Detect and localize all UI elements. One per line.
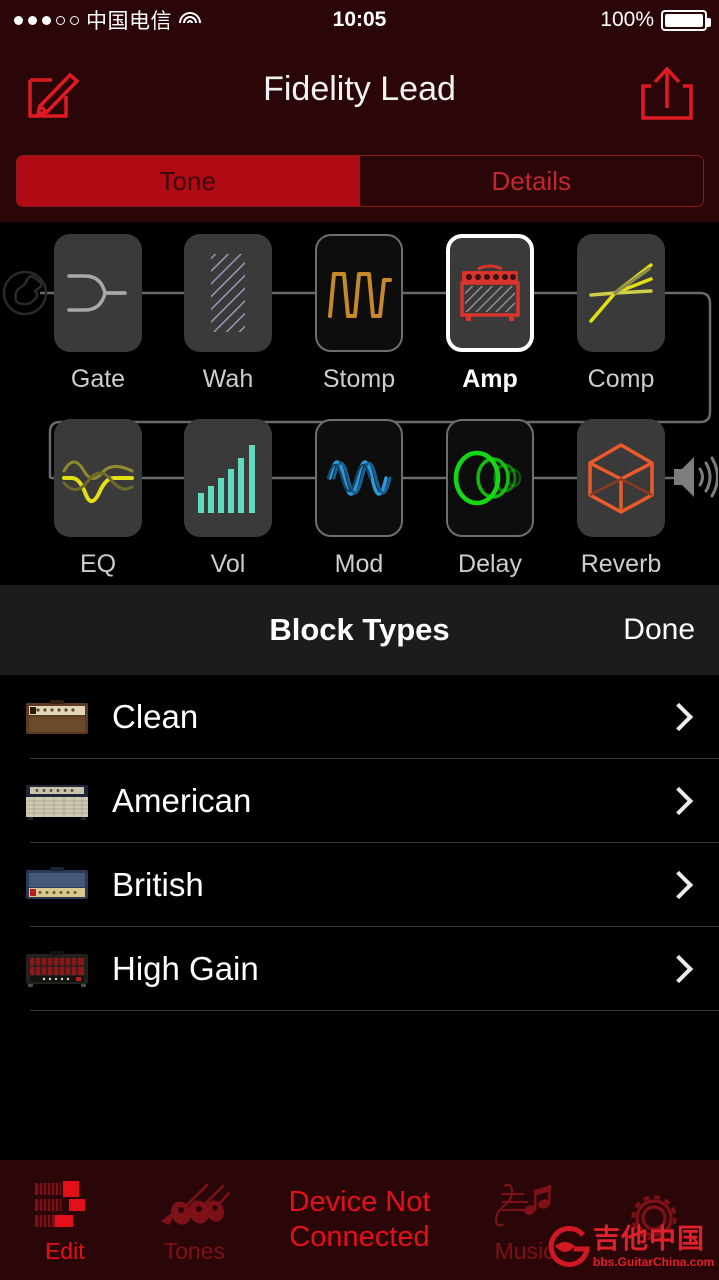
tab-details[interactable]: Details [359,156,703,206]
reverb-tile[interactable] [577,419,665,537]
stomp-tile[interactable] [315,234,403,352]
comp-tile[interactable] [577,234,665,352]
chevron-right-icon[interactable] [664,786,694,816]
list-item-british[interactable]: British [0,843,719,927]
tab-music[interactable]: Music [460,1160,590,1280]
tab-settings[interactable] [589,1160,719,1280]
chevron-right-icon[interactable] [664,870,694,900]
music-notes-icon [494,1176,556,1234]
block-types-list: Clean American British High Gain [0,675,719,1155]
share-upload-icon[interactable] [637,66,697,122]
page-title: Fidelity Lead [263,70,456,108]
chain-block-delay[interactable]: Delay [446,419,534,579]
amp-tile[interactable] [446,234,534,352]
guitars-icon [159,1176,230,1234]
list-item-highgain[interactable]: High Gain [0,927,719,1011]
chain-label-eq: EQ [79,550,117,578]
tab-label-tones: Tones [163,1237,225,1264]
device-status-line-2: Connected [289,1221,430,1253]
amp-thumb-clean-icon [24,697,90,737]
signal-chain: Gate Wah Stomp Amp Comp EQ Vol Mod Delay… [0,222,719,585]
list-item-american[interactable]: American [0,759,719,843]
gear-settings-icon [624,1189,684,1247]
chain-block-amp[interactable]: Amp [446,234,534,394]
wah-tile[interactable] [184,234,272,352]
mod-sine-icon [326,460,392,496]
wah-hatch-icon [211,254,245,332]
eq-tile[interactable] [54,419,142,537]
chevron-right-icon[interactable] [664,702,694,732]
chain-block-reverb[interactable]: Reverb [577,419,665,579]
chain-block-comp[interactable]: Comp [577,234,665,394]
reverb-cube-icon [588,443,654,514]
amp-thumb-american-icon [24,781,90,821]
done-button[interactable]: Done [623,613,695,647]
chain-block-gate[interactable]: Gate [54,234,142,394]
list-label-clean: Clean [112,698,199,735]
device-status-message: Device Not Connected [259,1185,460,1255]
tab-bar: Edit Tones Device Not Connected Music 吉他… [0,1160,719,1280]
chain-label-wah: Wah [202,365,254,393]
vol-bars-icon [198,445,255,513]
status-bar-right: 100% [600,8,711,32]
chain-block-wah[interactable]: Wah [184,234,272,394]
gate-tile[interactable] [54,234,142,352]
comp-ratio-icon [589,263,653,323]
chain-label-mod: Mod [334,550,384,578]
chain-block-mod[interactable]: Mod [315,419,403,579]
battery-full-icon [661,9,711,31]
chain-row-2: EQ Vol Mod Delay Reverb [0,419,719,594]
delay-circles-icon [453,450,522,506]
chain-label-gate: Gate [70,365,126,393]
vol-tile[interactable] [184,419,272,537]
tab-label-music: Music [494,1237,555,1264]
app-root: 中国电信 10:05 100% Fidelity Lead Tone Detai… [0,0,719,1280]
list-label-american: American [112,782,252,819]
chain-label-comp: Comp [587,365,655,393]
tab-edit[interactable]: Edit [0,1160,130,1280]
chain-label-reverb: Reverb [580,550,662,578]
chain-block-vol[interactable]: Vol [184,419,272,579]
chain-label-amp: Amp [462,365,518,393]
delay-tile[interactable] [446,419,534,537]
tab-label-edit: Edit [44,1237,85,1264]
edit-blocks-icon [33,1176,97,1234]
list-item-clean[interactable]: Clean [0,675,719,759]
speaker-output-icon [672,451,719,508]
gate-curves-icon [67,274,127,312]
amp-thumb-highgain-icon [24,949,90,989]
segmented-control: Tone Details [15,155,704,207]
chain-block-eq[interactable]: EQ [54,419,142,579]
chain-label-vol: Vol [210,550,246,578]
status-bar: 中国电信 10:05 100% [0,0,719,40]
eq-curve-icon [62,460,134,503]
amp-combo-icon [460,264,520,321]
block-types-title: Block Types [269,612,450,647]
amp-thumb-british-icon [24,865,90,905]
device-status-line-1: Device Not [288,1186,431,1219]
mod-tile[interactable] [315,419,403,537]
chevron-right-icon[interactable] [664,954,694,984]
battery-percent-label: 100% [600,8,654,31]
segmented-control-wrap: Tone Details [0,140,719,222]
list-separator [30,1010,719,1011]
chain-row-1: Gate Wah Stomp Amp Comp [0,234,719,409]
chain-block-stomp[interactable]: Stomp [315,234,403,394]
nav-bar: Fidelity Lead [0,40,719,140]
tab-tone[interactable]: Tone [16,156,359,206]
tab-tones[interactable]: Tones [130,1160,260,1280]
list-label-highgain: High Gain [112,950,259,987]
chain-label-delay: Delay [458,550,522,578]
list-label-british: British [112,866,204,903]
chain-label-stomp: Stomp [322,365,396,393]
stomp-squarewave-icon [328,272,392,318]
block-types-header: Block Types Done [0,585,719,675]
